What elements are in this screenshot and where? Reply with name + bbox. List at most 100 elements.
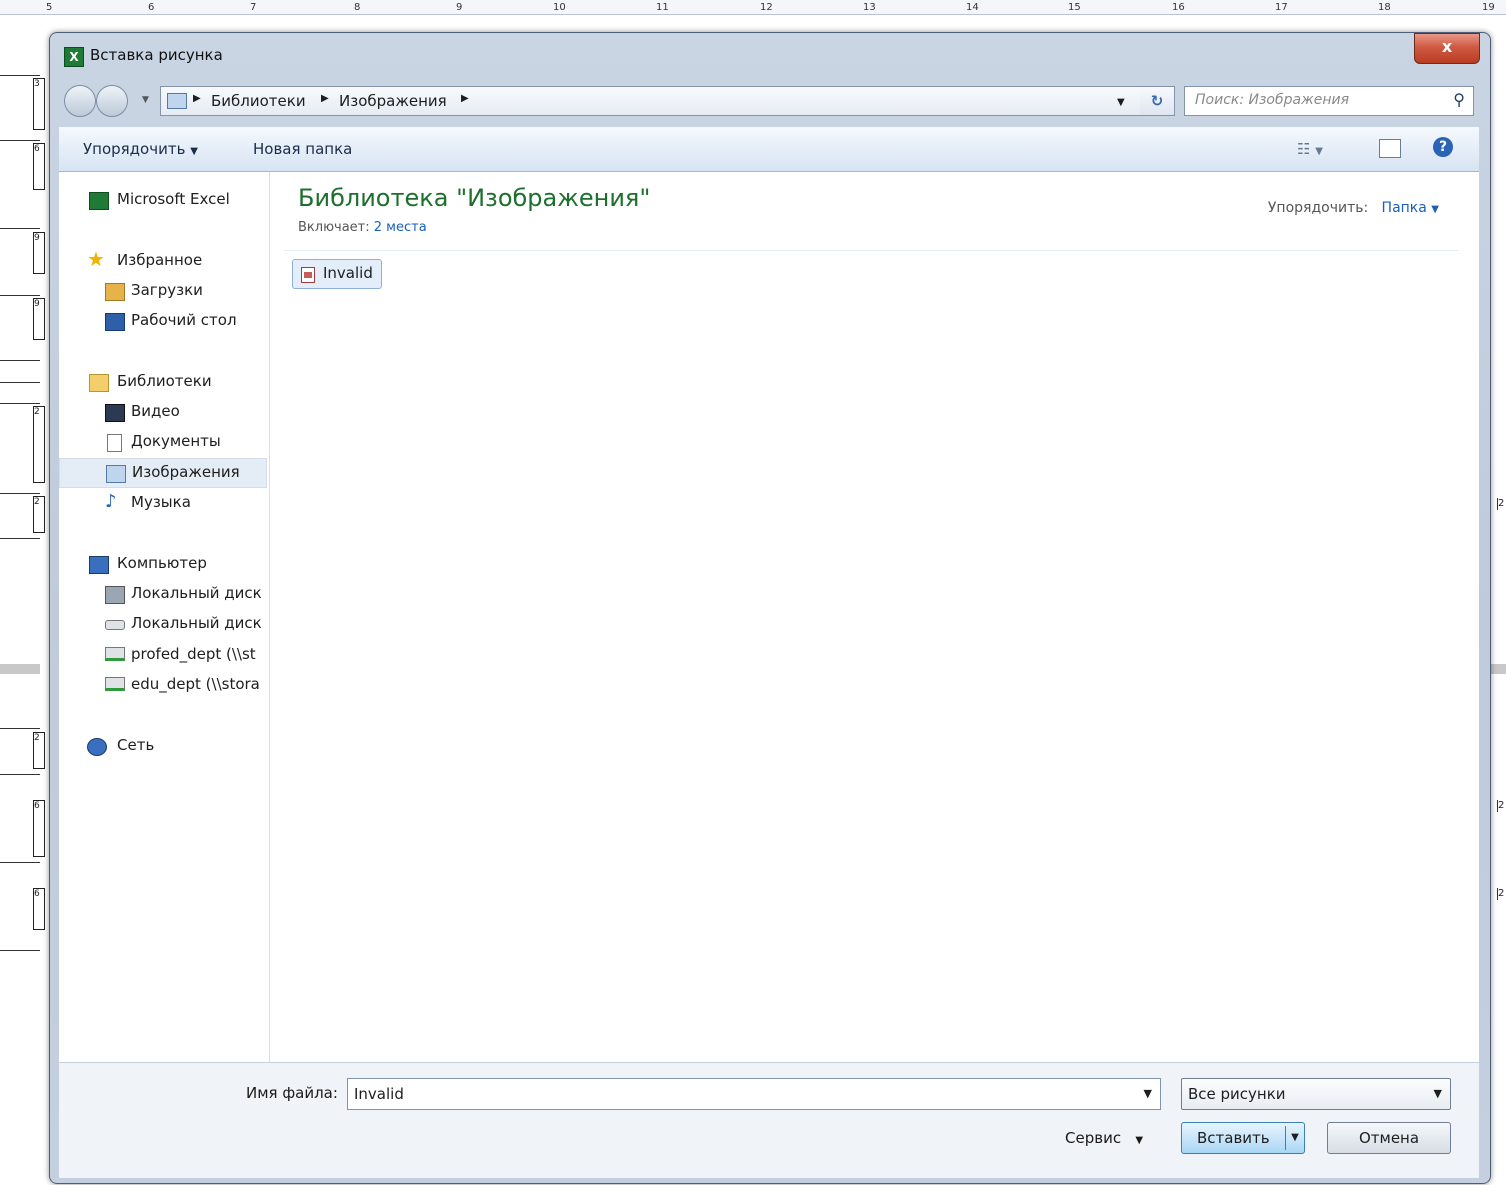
sheet-cell: 2 [1497,800,1505,812]
insert-picture-dialog: X Вставка рисунка x ▼ ▶ Библиотеки ▶ Изо… [49,32,1491,1184]
ruler-number: 14 [966,2,979,13]
ruler-number: 11 [656,2,669,13]
nav-item-local-disk-c[interactable]: Локальный диск [59,580,269,608]
file-name: Invalid [323,264,373,282]
drive-icon [105,620,125,630]
insert-button[interactable]: Вставить ▼ [1181,1122,1305,1154]
nav-item-label: Избранное [117,251,203,269]
ruler-number: 12 [760,2,773,13]
arrange-by-dropdown[interactable]: Папка ▼ [1382,200,1439,216]
search-icon[interactable]: ⚲ [1453,90,1465,109]
tools-button[interactable]: Сервис ▼ [1065,1129,1143,1147]
organize-button[interactable]: Упорядочить ▼ [83,140,198,158]
close-button[interactable]: x [1414,33,1480,64]
includes-locations-link[interactable]: 2 места [374,220,427,235]
file-type-value: Все рисунки [1188,1085,1286,1103]
sheet-line [0,75,40,76]
ruler-number: 6 [148,2,155,13]
refresh-button[interactable]: ↻ [1140,86,1175,116]
library-title: Библиотека "Изображения" [298,184,651,212]
computer-icon [89,556,109,574]
view-options-icon[interactable]: ☷ ▼ [1297,140,1323,158]
downloads-icon [105,283,125,301]
history-dropdown-icon[interactable]: ▼ [142,95,149,105]
breadcrumb-arrow-icon[interactable]: ▶ [461,93,469,104]
system-drive-icon [105,586,125,604]
nav-item-label: Библиотеки [117,372,212,390]
title-bar[interactable]: X Вставка рисунка x [50,33,1490,77]
chevron-down-icon: ▼ [1135,1135,1144,1146]
nav-item-edu-dept[interactable]: edu_dept (\\stora [59,671,269,699]
breadcrumb-libraries[interactable]: Библиотеки [211,92,306,110]
new-folder-button[interactable]: Новая папка [253,140,352,158]
video-icon [105,404,125,422]
sheet-separator [0,664,40,674]
network-icon [87,738,107,756]
ruler-number: 5 [46,2,53,13]
chevron-down-icon[interactable]: ▼ [1144,1087,1152,1100]
star-icon: ★ [87,247,105,271]
nav-item-local-disk-d[interactable]: Локальный диск [59,610,269,638]
network-drive-icon [105,677,125,691]
nav-item-video[interactable]: Видео [59,398,269,426]
sheet-cell: 3 [33,78,45,130]
documents-icon [107,434,122,452]
file-item[interactable]: Invalid [292,259,382,289]
nav-item-network[interactable]: Сеть [59,732,269,760]
nav-item-label: Документы [131,432,221,450]
dialog-title: Вставка рисунка [90,46,223,64]
nav-item-documents[interactable]: Документы [59,428,269,456]
nav-item-label: Видео [131,402,180,420]
chevron-down-icon: ▼ [1433,1087,1442,1100]
toolbar: Упорядочить ▼ Новая папка ☷ ▼ ? [59,127,1479,172]
excel-icon: X [64,47,84,67]
forward-button[interactable] [96,85,128,117]
breadcrumb-arrow-icon[interactable]: ▶ [193,93,201,104]
ruler-number: 10 [553,2,566,13]
sheet-cell: 2 [1497,498,1505,510]
filename-input[interactable]: Invalid ▼ [347,1078,1161,1110]
arrange-by: Упорядочить: Папка ▼ [1267,200,1439,216]
nav-item-label: Сеть [117,736,155,754]
sheet-cell: 6 [33,143,45,190]
preview-pane-icon[interactable] [1379,139,1401,158]
sheet-cell: 6 [33,800,45,857]
sheet-line [0,538,40,539]
sheet-line [0,403,40,404]
excel-icon [89,192,109,210]
nav-item-label: profed_dept (\\st [131,645,256,663]
nav-item-label: Microsoft Excel [117,190,230,208]
sheet-cell: 9 [33,298,45,340]
nav-item-favorites[interactable]: ★ Избранное [59,247,269,275]
search-placeholder: Поиск: Изображения [1195,92,1349,108]
nav-item-microsoft-excel[interactable]: Microsoft Excel [59,186,269,214]
nav-item-libraries[interactable]: Библиотеки [59,368,269,396]
file-type-select[interactable]: Все рисунки ▼ [1181,1078,1451,1110]
cancel-button[interactable]: Отмена [1327,1122,1451,1154]
nav-item-pictures[interactable]: Изображения [59,458,267,488]
nav-item-downloads[interactable]: Загрузки [59,277,269,305]
sheet-line [0,140,40,141]
breadcrumb-pictures[interactable]: Изображения [339,92,447,110]
search-input[interactable]: Поиск: Изображения ⚲ [1184,86,1474,116]
nav-item-music[interactable]: ♪ Музыка [59,489,269,517]
nav-item-label: Локальный диск [131,584,262,602]
filename-label: Имя файла: [246,1084,338,1102]
pictures-icon [106,465,126,483]
address-bar[interactable]: ▶ Библиотеки ▶ Изображения ▶ ▼ [160,86,1142,116]
breadcrumb-arrow-icon[interactable]: ▶ [321,93,329,104]
back-button[interactable] [64,85,96,117]
insert-options-dropdown[interactable]: ▼ [1285,1126,1304,1150]
ruler-number: 17 [1275,2,1288,13]
sheet-cell: 2 [33,732,45,769]
address-dropdown-icon[interactable]: ▼ [1117,97,1125,108]
help-icon[interactable]: ? [1433,137,1453,157]
sheet-cell: 2 [33,496,45,533]
nav-item-computer[interactable]: Компьютер [59,550,269,578]
navigation-bar: ▼ ▶ Библиотеки ▶ Изображения ▶ ▼ ↻ Поиск… [50,81,1490,121]
bottom-panel: Имя файла: Invalid ▼ Все рисунки ▼ Серви… [59,1063,1479,1178]
nav-item-label: Музыка [131,493,191,511]
nav-item-desktop[interactable]: Рабочий стол [59,307,269,335]
sheet-separator [1490,664,1506,674]
nav-item-profed-dept[interactable]: profed_dept (\\st [59,641,269,669]
